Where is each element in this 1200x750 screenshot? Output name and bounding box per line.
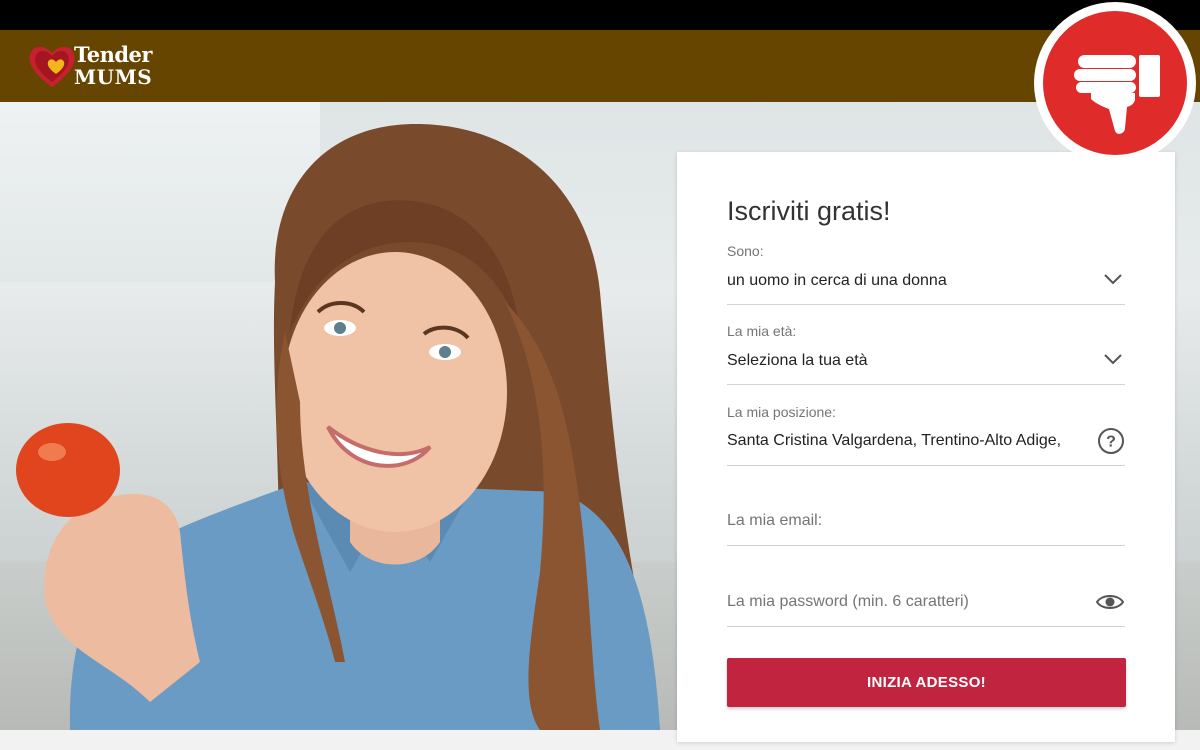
heart-logo-icon [29,46,75,87]
thumbs-down-icon [1074,55,1160,134]
rating-badge-fill [1043,11,1187,155]
help-icon[interactable]: ? [1097,427,1125,455]
logo-text-mums: MUMS [74,65,153,89]
start-now-button[interactable]: INIZIA ADESSO! [727,658,1126,707]
password-field[interactable]: La mia password (min. 6 caratteri) [727,562,1125,627]
location-field[interactable]: La mia posizione: Santa Cristina Valgard… [727,401,1125,466]
svg-text:?: ? [1106,434,1116,451]
chevron-down-icon [1104,274,1122,285]
email-placeholder: La mia email: [727,512,823,529]
gender-select[interactable]: Sono: un uomo in cerca di una donna [727,240,1125,305]
signup-card: Iscriviti gratis! Sono: un uomo in cerca… [677,152,1175,742]
gender-value: un uomo in cerca di una donna [727,272,947,289]
location-label: La mia posizione: [727,404,836,420]
email-field[interactable]: La mia email: [727,481,1125,546]
chevron-down-icon [1104,354,1122,365]
top-black-bar [0,0,1200,30]
location-value: Santa Cristina Valgardena, Trentino-Alto… [727,432,1062,449]
eye-icon[interactable] [1095,592,1125,612]
site-header: Tender MUMS [0,30,1200,102]
logo[interactable]: Tender MUMS [26,38,176,94]
signup-title: Iscriviti gratis! [727,196,891,226]
logo-text-tender: Tender [74,42,152,67]
woman-photo [16,123,661,730]
rating-badge [1034,2,1196,164]
age-label: La mia età: [727,323,797,339]
age-select[interactable]: La mia età: Seleziona la tua età [727,320,1125,385]
password-placeholder: La mia password (min. 6 caratteri) [727,593,969,610]
gender-label: Sono: [727,243,764,259]
age-value: Seleziona la tua età [727,352,868,369]
